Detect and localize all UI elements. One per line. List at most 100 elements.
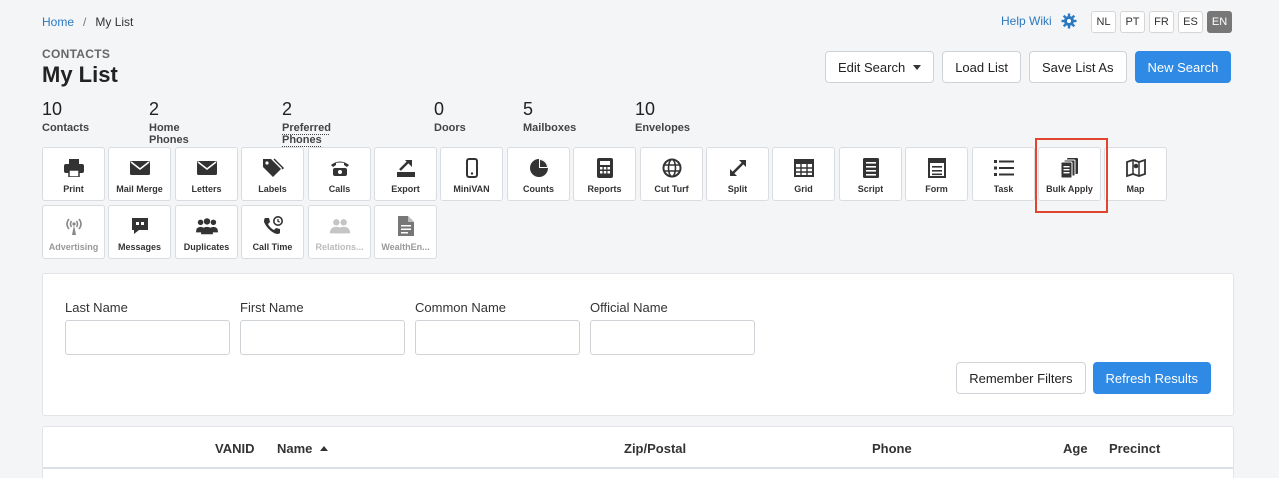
remember-filters-button[interactable]: Remember Filters <box>956 362 1086 394</box>
tool-call-time[interactable]: Call Time <box>241 205 304 259</box>
tool-advertising[interactable]: Advertising <box>42 205 105 259</box>
last-name-input[interactable] <box>65 320 230 355</box>
refresh-results-button[interactable]: Refresh Results <box>1092 362 1211 394</box>
results-table: VANID Name Zip/Postal Phone Age Precinct <box>42 426 1234 478</box>
stat-preferred-phones[interactable]: 2 Preferred Phones <box>282 99 331 146</box>
tool-minivan[interactable]: MiniVAN <box>440 147 503 201</box>
last-name-label: Last Name <box>65 300 128 315</box>
tags-icon <box>262 157 284 179</box>
users-icon <box>329 215 351 237</box>
broadcast-tower-icon <box>63 215 85 237</box>
tool-split[interactable]: Split <box>706 147 769 201</box>
column-label: VANID <box>215 441 255 456</box>
mobile-phone-icon <box>461 157 483 179</box>
column-header-name[interactable]: Name <box>277 441 329 456</box>
column-header-age[interactable]: Age <box>1063 441 1088 456</box>
lang-pt[interactable]: PT <box>1120 11 1145 33</box>
lang-es[interactable]: ES <box>1178 11 1203 33</box>
tool-label: Call Time <box>252 242 293 252</box>
caret-down-icon <box>913 64 922 70</box>
tool-label: MiniVAN <box>453 184 490 194</box>
tool-calls[interactable]: Calls <box>308 147 371 201</box>
edit-search-button[interactable]: Edit Search <box>825 51 935 83</box>
stat-value: 2 <box>149 99 160 119</box>
save-list-as-button[interactable]: Save List As <box>1028 51 1127 83</box>
tool-form[interactable]: Form <box>905 147 968 201</box>
stat-mailboxes: 5 Mailboxes <box>523 99 576 134</box>
common-name-label: Common Name <box>415 300 507 315</box>
tool-cut-turf[interactable]: Cut Turf <box>640 147 703 201</box>
tool-print[interactable]: Print <box>42 147 105 201</box>
lang-nl[interactable]: NL <box>1091 11 1116 33</box>
column-label: Name <box>277 441 313 456</box>
tool-label: Print <box>63 184 84 194</box>
tool-labels[interactable]: Labels <box>241 147 304 201</box>
script-list-icon <box>860 157 882 179</box>
tool-label: Calls <box>328 184 351 194</box>
tool-label: Split <box>727 184 748 194</box>
envelope-icon <box>196 157 218 179</box>
bulk-apply-highlight <box>1035 138 1108 213</box>
tool-label: Grid <box>794 184 813 194</box>
tool-duplicates[interactable]: Duplicates <box>175 205 238 259</box>
lang-en[interactable]: EN <box>1207 11 1232 33</box>
first-name-input[interactable] <box>240 320 405 355</box>
tool-label: Messages <box>117 242 162 252</box>
edit-search-label: Edit Search <box>838 59 906 75</box>
tool-messages[interactable]: Messages <box>108 205 171 259</box>
stat-label[interactable]: Preferred Phones <box>282 122 331 146</box>
new-search-button[interactable]: New Search <box>1134 51 1232 83</box>
tool-label: Labels <box>258 184 287 194</box>
tool-reports[interactable]: Reports <box>573 147 636 201</box>
tool-grid[interactable]: Grid <box>772 147 835 201</box>
tool-task[interactable]: Task <box>972 147 1035 201</box>
stat-label: Mailboxes <box>523 122 577 134</box>
stat-label: Home Phones <box>149 122 189 146</box>
common-name-input[interactable] <box>415 320 580 355</box>
tool-label: Task <box>993 184 1014 194</box>
lang-fr[interactable]: FR <box>1149 11 1174 33</box>
column-label: Zip/Postal <box>624 441 687 456</box>
stat-value: 2 <box>282 99 293 119</box>
first-name-label: First Name <box>240 300 304 315</box>
official-name-label: Official Name <box>590 300 668 315</box>
column-header-vanid[interactable]: VANID <box>215 441 254 456</box>
official-name-input[interactable] <box>590 320 755 355</box>
printer-icon <box>63 157 85 179</box>
stat-label: Contacts <box>42 122 90 134</box>
tool-label: Counts <box>523 184 554 194</box>
tool-wealth-engine[interactable]: WealthEn... <box>374 205 437 259</box>
tool-letters[interactable]: Letters <box>175 147 238 201</box>
phone-icon <box>329 157 351 179</box>
column-header-precinct[interactable]: Precinct <box>1109 441 1160 456</box>
language-switcher: NL PT FR ES EN <box>1091 11 1232 33</box>
load-list-button[interactable]: Load List <box>942 51 1021 83</box>
gear-icon[interactable] <box>1061 13 1077 29</box>
tool-label: Script <box>857 184 884 194</box>
tool-label: Map <box>1126 184 1145 194</box>
column-label: Age <box>1063 441 1088 456</box>
tool-label: Advertising <box>48 242 99 252</box>
help-wiki-link[interactable]: Help Wiki <box>1001 14 1052 28</box>
breadcrumb-home-link[interactable]: Home <box>42 15 74 29</box>
tool-export[interactable]: Export <box>374 147 437 201</box>
column-header-phone[interactable]: Phone <box>872 441 912 456</box>
stat-value: 10 <box>635 99 656 119</box>
official-name-filter: Official Name <box>590 300 755 355</box>
column-label: Precinct <box>1109 441 1161 456</box>
users-icon <box>195 215 218 237</box>
tool-script[interactable]: Script <box>839 147 902 201</box>
tool-mail-merge[interactable]: Mail Merge <box>108 147 171 201</box>
tool-counts[interactable]: Counts <box>507 147 570 201</box>
stat-value: 5 <box>523 99 534 119</box>
sort-ascending-icon <box>320 446 329 451</box>
last-name-filter: Last Name <box>65 300 230 355</box>
top-bar: Home / My List Help Wiki NL PT FR ES EN <box>0 0 1279 44</box>
task-list-icon <box>993 157 1015 179</box>
envelope-icon <box>129 157 151 179</box>
pie-chart-icon <box>528 157 550 179</box>
column-header-zip[interactable]: Zip/Postal <box>624 441 686 456</box>
tool-label: Form <box>925 184 948 194</box>
header-actions: Edit Search Load List Save List As New S… <box>825 51 1232 83</box>
tool-map[interactable]: Map <box>1104 147 1167 201</box>
